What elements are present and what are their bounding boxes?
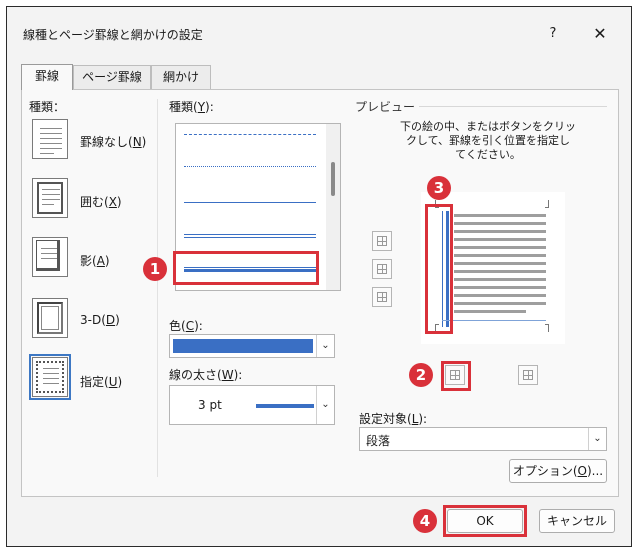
width-sample-line: [256, 404, 314, 408]
setting-none-thumb[interactable]: [32, 119, 68, 159]
apply-to-select[interactable]: 段落 ⌄: [359, 427, 607, 451]
highlight-preview-left: [425, 204, 453, 334]
setting-3d-thumb[interactable]: [32, 298, 68, 338]
highlight-ok-button: [443, 505, 527, 537]
setting-custom-thumb[interactable]: [29, 354, 71, 400]
dialog-title: 線種とページ罫線と網かけの設定: [23, 28, 203, 42]
chevron-down-icon[interactable]: ⌄: [588, 428, 606, 450]
column-divider: [157, 99, 158, 477]
highlight-left-border-button: [441, 361, 471, 391]
setting-shadow-thumb[interactable]: [32, 237, 68, 277]
apply-to-label: 設定対象(L):: [359, 412, 428, 426]
highlight-line-style: [173, 251, 319, 285]
setting-shadow-label[interactable]: 影(A): [80, 252, 110, 269]
tab-borders[interactable]: 罫線: [21, 64, 73, 90]
width-label: 線の太さ(W):: [169, 368, 243, 382]
line-style-double[interactable]: [184, 234, 316, 238]
chevron-down-icon[interactable]: ⌄: [316, 386, 334, 424]
setting-3d-label[interactable]: 3-D(D): [80, 313, 120, 327]
help-button[interactable]: ?: [538, 19, 568, 49]
close-button[interactable]: ✕: [585, 19, 615, 49]
apply-to-value: 段落: [366, 434, 391, 448]
line-list-scrollbar[interactable]: [326, 124, 340, 290]
options-button[interactable]: オプション(O)...: [509, 459, 607, 483]
top-border-button[interactable]: [372, 231, 392, 251]
setting-box-thumb[interactable]: [32, 178, 68, 218]
line-style-dash-dot[interactable]: [184, 134, 316, 135]
cancel-button[interactable]: キャンセル: [539, 509, 615, 533]
preview-heading-rule: [419, 106, 607, 107]
right-border-button[interactable]: [518, 365, 538, 385]
setting-box-label[interactable]: 囲む(X): [80, 193, 122, 210]
setting-none-label[interactable]: 罫線なし(N): [80, 133, 146, 150]
chevron-down-icon[interactable]: ⌄: [316, 335, 334, 357]
tab-shading[interactable]: 網かけ: [151, 65, 211, 89]
color-label: 色(C):: [169, 319, 203, 333]
tab-page-border[interactable]: ページ罫線: [73, 65, 151, 89]
preview-heading: プレビュー: [355, 100, 416, 114]
width-value: 3 pt: [198, 398, 222, 412]
title-bar: 線種とページ罫線と網かけの設定 ? ✕: [7, 7, 631, 57]
borders-shading-dialog: 線種とページ罫線と網かけの設定 ? ✕ 罫線 ページ罫線 網かけ 種類： 罫線な…: [6, 6, 632, 547]
step-badge-4: 4: [413, 509, 437, 533]
line-style-single[interactable]: [184, 202, 316, 203]
style-heading: 種類(Y):: [169, 100, 214, 114]
color-select[interactable]: ⌄: [169, 334, 335, 358]
color-swatch: [173, 339, 313, 353]
step-badge-3: 3: [427, 176, 451, 200]
inside-horizontal-border-button[interactable]: [372, 259, 392, 279]
preview-instructions: 下の絵の中、またはボタンをクリッ クして、罫線を引く位置を指定し てください。: [400, 120, 576, 161]
scrollbar-thumb[interactable]: [331, 162, 335, 196]
setting-custom-label[interactable]: 指定(U): [80, 373, 122, 390]
setting-type-heading: 種類：: [29, 100, 66, 114]
line-style-dotted[interactable]: [184, 166, 316, 167]
step-badge-1: 1: [143, 257, 167, 281]
width-select[interactable]: 3 pt ⌄: [169, 385, 335, 425]
bottom-border-button[interactable]: [372, 287, 392, 307]
step-badge-2: 2: [409, 363, 433, 387]
